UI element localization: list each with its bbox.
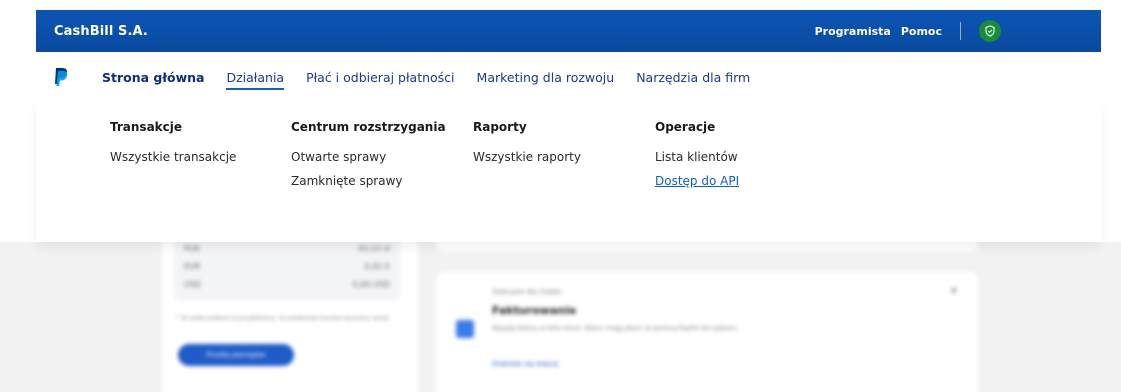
- menu-column-operations: Operacje Lista klientów Dostęp do API: [655, 120, 739, 198]
- activities-dropdown-menu: Transakcje Wszystkie transakcje Centrum …: [36, 102, 1101, 242]
- balance-row: PLN 43,23 zł: [174, 242, 400, 256]
- menu-column-resolution-center: Centrum rozstrzygania Otwarte sprawy Zam…: [291, 120, 446, 198]
- nav-item-business-tools[interactable]: Narzędzia dla firm: [636, 52, 750, 102]
- balance-amount: 0,42 €: [364, 262, 390, 271]
- header-links: Programista Pomoc: [815, 20, 1083, 42]
- learn-more-link[interactable]: Dowiedz się więcej: [492, 360, 558, 368]
- menu-column-transactions: Transakcje Wszystkie transakcje: [110, 120, 236, 174]
- menu-heading-resolution-center: Centrum rozstrzygania: [291, 120, 446, 134]
- menu-link-closed-cases[interactable]: Zamknięte sprawy: [291, 174, 446, 188]
- developer-link[interactable]: Programista: [815, 25, 891, 38]
- balance-row: USD 0,00 USD: [174, 274, 400, 292]
- menu-link-all-transactions[interactable]: Wszystkie transakcje: [110, 150, 236, 164]
- nav-item-payments[interactable]: Płać i odbieraj płatności: [306, 52, 454, 102]
- balance-currency: USD: [184, 280, 202, 289]
- balance-amount: 0,00 USD: [352, 280, 390, 289]
- recommended-label: Zalecane dla Ciebie: [492, 288, 562, 296]
- page: CashBill S.A. Programista Pomoc Strona g…: [0, 0, 1121, 392]
- balance-currency: PLN: [184, 244, 200, 253]
- background-content: PLN 43,23 zł EUR 0,42 € USD 0,00 USD * T…: [0, 242, 1121, 392]
- transfer-money-button[interactable]: Przelej pieniądze: [178, 344, 294, 366]
- menu-heading-reports: Raporty: [473, 120, 527, 134]
- menu-column-reports: Raporty Wszystkie raporty: [473, 120, 581, 174]
- main-nav: Strona główna Działania Płać i odbieraj …: [36, 52, 1101, 102]
- nav-item-activities[interactable]: Działania: [226, 52, 284, 102]
- brand-name: CashBill S.A.: [54, 23, 148, 39]
- nav-item-marketing[interactable]: Marketing dla rozwoju: [477, 52, 615, 102]
- help-link[interactable]: Pomoc: [901, 25, 942, 38]
- card-title: Fakturowanie: [492, 304, 577, 317]
- balance-note: * Te salda podane w przybliżeniu, na pod…: [176, 315, 389, 322]
- close-icon[interactable]: ✕: [950, 286, 958, 297]
- menu-heading-operations: Operacje: [655, 120, 716, 134]
- balance-card: PLN 43,23 zł EUR 0,42 € USD 0,00 USD * T…: [162, 242, 418, 392]
- invoicing-card: Zalecane dla Ciebie ✕ Fakturowanie Wysył…: [436, 272, 978, 392]
- balance-currency: EUR: [184, 262, 201, 271]
- top-header-bar: CashBill S.A. Programista Pomoc: [36, 10, 1101, 52]
- header-divider: [960, 22, 961, 40]
- card-description: Wysyłaj faktury w kilka minut. Klienci m…: [492, 325, 739, 332]
- balance-row: EUR 0,42 €: [174, 256, 400, 274]
- security-shield-icon[interactable]: [979, 20, 1001, 42]
- menu-heading-transactions: Transakcje: [110, 120, 183, 134]
- invoice-icon: [456, 320, 474, 338]
- menu-link-open-cases[interactable]: Otwarte sprawy: [291, 150, 446, 164]
- balance-table: PLN 43,23 zł EUR 0,42 € USD 0,00 USD: [174, 242, 400, 300]
- balance-amount: 43,23 zł: [358, 244, 390, 253]
- menu-link-customer-list[interactable]: Lista klientów: [655, 150, 739, 164]
- top-card: [436, 242, 978, 252]
- nav-item-home[interactable]: Strona główna: [102, 52, 204, 102]
- paypal-logo-icon[interactable]: [54, 67, 68, 87]
- menu-link-all-reports[interactable]: Wszystkie raporty: [473, 150, 581, 164]
- menu-link-api-access[interactable]: Dostęp do API: [655, 174, 739, 188]
